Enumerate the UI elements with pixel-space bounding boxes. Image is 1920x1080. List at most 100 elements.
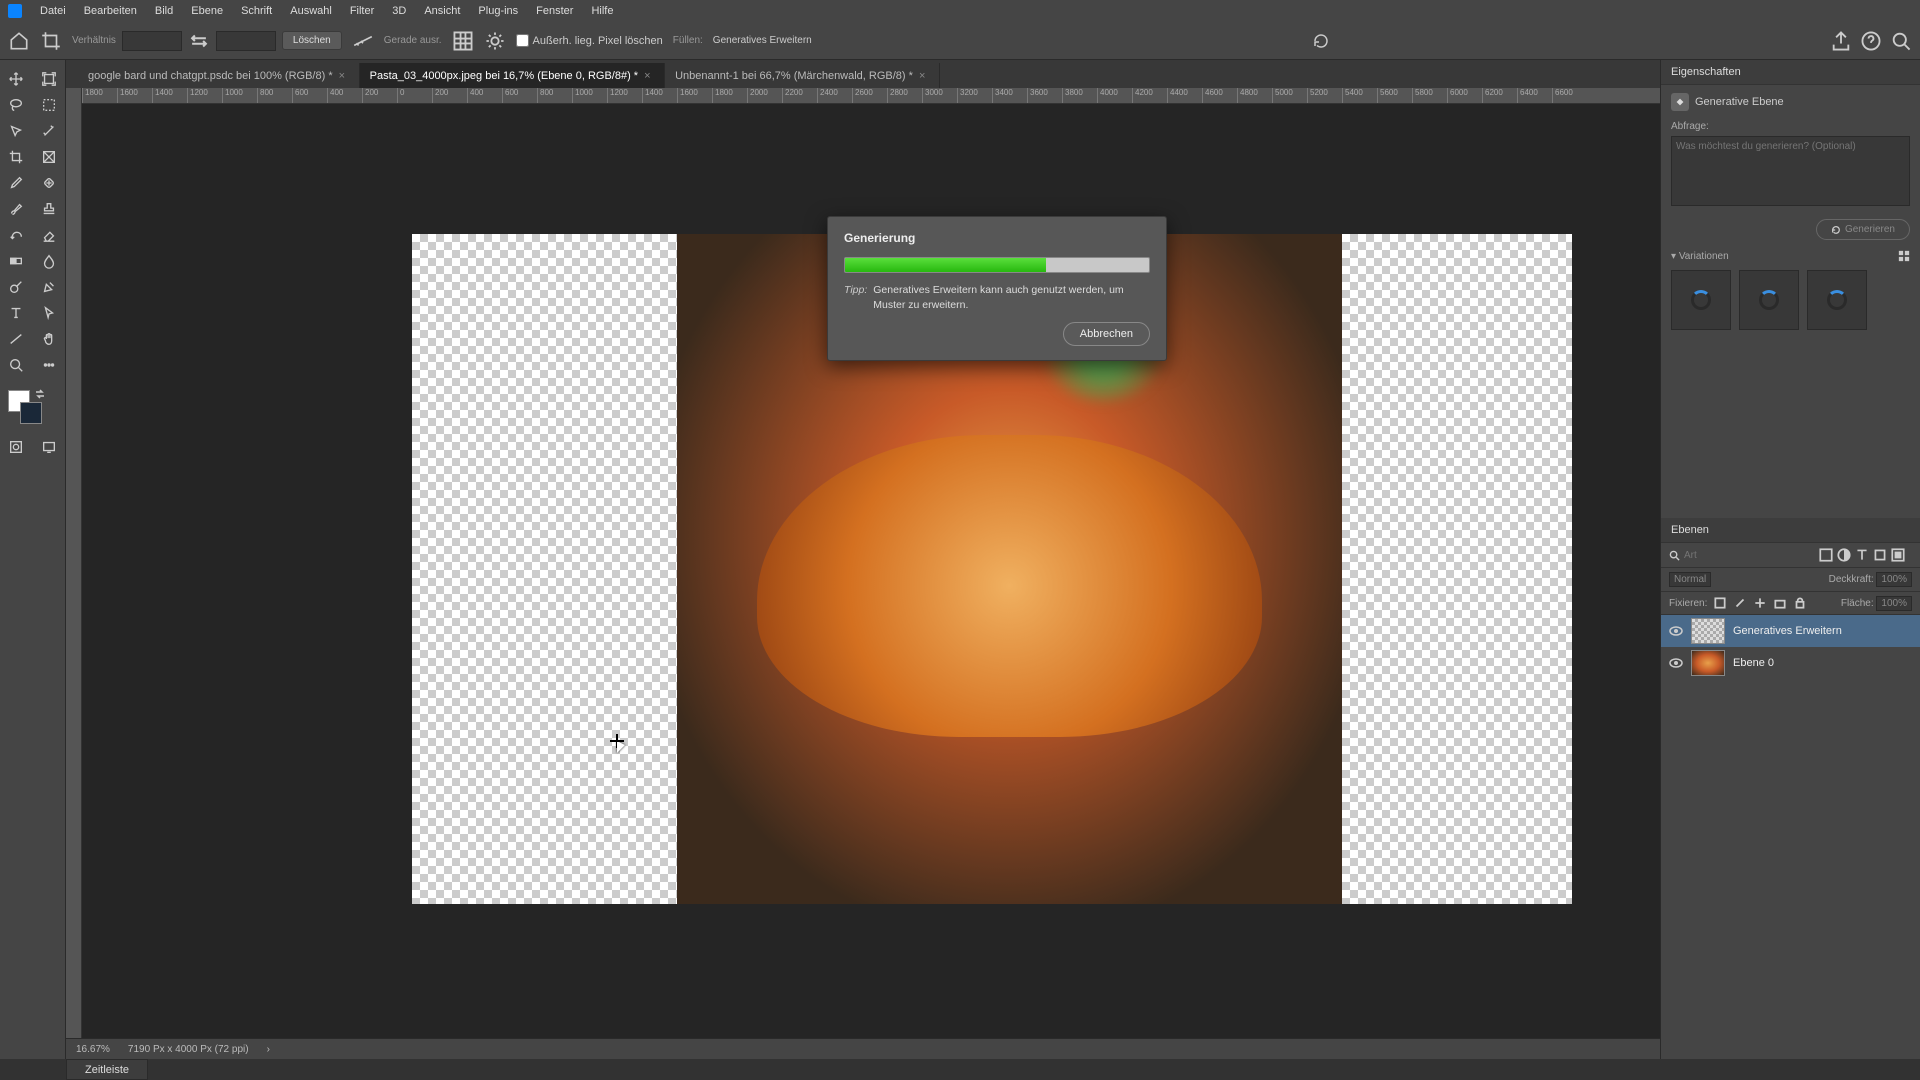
crop-settings-icon[interactable] (484, 30, 506, 52)
filter-pixel-icon[interactable] (1818, 547, 1834, 563)
color-swatches[interactable] (0, 390, 65, 430)
menu-ansicht[interactable]: Ansicht (416, 3, 468, 19)
type-tool-icon[interactable] (0, 300, 33, 326)
generate-button[interactable]: Generieren (1816, 219, 1910, 240)
close-icon[interactable]: × (644, 70, 654, 82)
overlay-grid-icon[interactable] (452, 30, 474, 52)
filter-shape-icon[interactable] (1872, 547, 1888, 563)
home-icon[interactable] (8, 30, 30, 52)
move-tool-icon[interactable] (0, 66, 33, 92)
filter-adjust-icon[interactable] (1836, 547, 1852, 563)
variation-thumb-3[interactable] (1807, 270, 1867, 330)
cancel-button[interactable]: Abbrechen (1063, 322, 1150, 346)
crop-height-input[interactable] (216, 31, 276, 51)
doc-tab-2[interactable]: Unbenannt-1 bei 66,7% (Märchenwald, RGB/… (665, 63, 940, 88)
delete-cropped-checkbox[interactable]: Außerh. lieg. Pixel löschen (516, 34, 663, 47)
lock-position-icon[interactable] (1753, 596, 1767, 610)
eraser-tool-icon[interactable] (33, 222, 66, 248)
search-icon[interactable] (1669, 550, 1680, 561)
close-icon[interactable]: × (919, 70, 929, 82)
variations-grid-icon[interactable] (1898, 250, 1910, 262)
swap-colors-icon[interactable] (34, 388, 46, 400)
brush-tool-icon[interactable] (0, 196, 33, 222)
menu-datei[interactable]: Datei (32, 3, 74, 19)
menu-ebene[interactable]: Ebene (183, 3, 231, 19)
horizontal-ruler[interactable]: 1800160014001200100080060040020002004006… (82, 88, 1660, 104)
visibility-toggle-icon[interactable] (1669, 656, 1683, 670)
layer-name-1[interactable]: Ebene 0 (1733, 657, 1774, 669)
layer-thumb-0[interactable] (1691, 618, 1725, 644)
menu-plugins[interactable]: Plug-ins (470, 3, 526, 19)
shape-tool-icon[interactable] (0, 326, 33, 352)
path-select-tool-icon[interactable] (33, 300, 66, 326)
visibility-toggle-icon[interactable] (1669, 624, 1683, 638)
layer-row-0[interactable]: Generatives Erweitern (1661, 615, 1920, 647)
variation-thumb-2[interactable] (1739, 270, 1799, 330)
menu-filter[interactable]: Filter (342, 3, 382, 19)
stamp-tool-icon[interactable] (33, 196, 66, 222)
crop-tool-icon[interactable] (40, 30, 62, 52)
lock-pixels-icon[interactable] (1733, 596, 1747, 610)
status-chevron-icon[interactable]: › (267, 1044, 270, 1055)
crop-width-input[interactable] (122, 31, 182, 51)
menu-hilfe[interactable]: Hilfe (583, 3, 621, 19)
marquee-tool-icon[interactable] (33, 92, 66, 118)
fill-value[interactable]: Generatives Erweitern (713, 35, 812, 46)
doc-tab-1[interactable]: Pasta_03_4000px.jpeg bei 16,7% (Ebene 0,… (360, 63, 665, 88)
filter-smart-icon[interactable] (1890, 547, 1906, 563)
variation-thumb-1[interactable] (1671, 270, 1731, 330)
clear-crop-button[interactable]: Löschen (282, 31, 342, 50)
reset-crop-icon[interactable] (1312, 32, 1330, 50)
close-icon[interactable]: × (339, 70, 349, 82)
prompt-textarea[interactable] (1671, 136, 1910, 206)
canvas-viewport[interactable]: Generierung Tipp: Generatives Erweitern … (82, 104, 1660, 1038)
share-icon[interactable] (1830, 30, 1852, 52)
blend-mode-select[interactable]: Normal (1669, 572, 1711, 587)
more-tools-icon[interactable] (33, 352, 66, 378)
fill-opacity-value[interactable]: 100% (1876, 596, 1912, 611)
vertical-ruler[interactable] (66, 88, 82, 1038)
dodge-tool-icon[interactable] (0, 274, 33, 300)
menu-3d[interactable]: 3D (384, 3, 414, 19)
straighten-icon[interactable] (352, 30, 374, 52)
layers-panel-title[interactable]: Ebenen (1661, 518, 1920, 543)
menu-auswahl[interactable]: Auswahl (282, 3, 340, 19)
pen-tool-icon[interactable] (33, 274, 66, 300)
gradient-tool-icon[interactable] (0, 248, 33, 274)
timeline-panel-tab[interactable]: Zeitleiste (66, 1059, 148, 1080)
eyedropper-tool-icon[interactable] (0, 170, 33, 196)
properties-panel-title[interactable]: Eigenschaften (1661, 60, 1920, 85)
menu-bearbeiten[interactable]: Bearbeiten (76, 3, 145, 19)
straighten-label[interactable]: Gerade ausr. (384, 35, 442, 46)
frame-tool-icon[interactable] (33, 144, 66, 170)
layer-row-1[interactable]: Ebene 0 (1661, 647, 1920, 679)
zoom-level[interactable]: 16.67% (76, 1044, 110, 1055)
history-brush-icon[interactable] (0, 222, 33, 248)
lock-all-icon[interactable] (1793, 596, 1807, 610)
crop-tool-icon-2[interactable] (0, 144, 33, 170)
lasso-tool-icon[interactable] (0, 92, 33, 118)
search-icon[interactable] (1890, 30, 1912, 52)
lock-nested-icon[interactable] (1773, 596, 1787, 610)
magic-wand-tool-icon[interactable] (33, 118, 66, 144)
layer-search-input[interactable] (1684, 550, 1744, 561)
artboard-tool-icon[interactable] (33, 66, 66, 92)
screenmode-icon[interactable] (33, 434, 66, 460)
menu-fenster[interactable]: Fenster (528, 3, 581, 19)
layer-thumb-1[interactable] (1691, 650, 1725, 676)
zoom-tool-icon[interactable] (0, 352, 33, 378)
filter-type-icon[interactable] (1854, 547, 1870, 563)
swap-dims-icon[interactable] (188, 30, 210, 52)
lock-transp-icon[interactable] (1713, 596, 1727, 610)
doc-tab-0[interactable]: google bard und chatgpt.psdc bei 100% (R… (78, 63, 360, 88)
menu-schrift[interactable]: Schrift (233, 3, 280, 19)
background-color[interactable] (20, 402, 42, 424)
layer-name-0[interactable]: Generatives Erweitern (1733, 625, 1842, 637)
opacity-value[interactable]: 100% (1876, 572, 1912, 587)
help-icon[interactable] (1860, 30, 1882, 52)
blur-tool-icon[interactable] (33, 248, 66, 274)
menu-bild[interactable]: Bild (147, 3, 181, 19)
healing-tool-icon[interactable] (33, 170, 66, 196)
hand-tool-icon[interactable] (33, 326, 66, 352)
quickmask-icon[interactable] (0, 434, 33, 460)
